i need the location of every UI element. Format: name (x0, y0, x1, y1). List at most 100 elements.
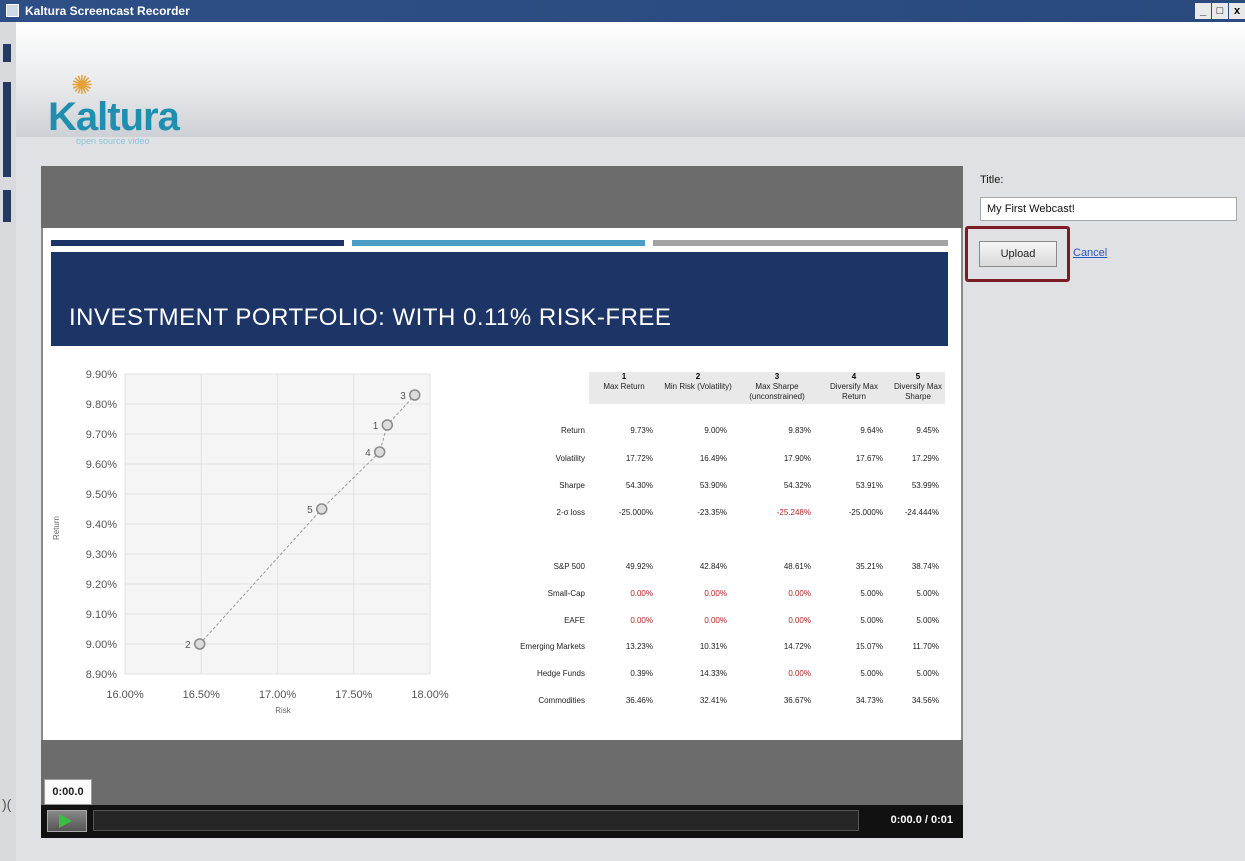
y-tick-label: 9.70% (86, 429, 117, 441)
table-cell: 14.72% (783, 642, 811, 651)
table-cell: 10.31% (699, 642, 727, 651)
row-label: 2-σ loss (556, 508, 586, 517)
y-axis-label: Return (52, 516, 61, 540)
portfolio-point (193, 638, 206, 650)
table-cell: 36.67% (783, 696, 811, 705)
row-label: S&P 500 (553, 562, 585, 571)
table-cell: 13.23% (625, 642, 653, 651)
point-label: 3 (400, 391, 406, 402)
row-label: Volatility (555, 454, 585, 463)
seek-bar[interactable] (93, 810, 859, 831)
x-tick-label: 17.50% (335, 689, 373, 701)
background-glyph: )( (2, 796, 12, 812)
app-header: ✺ Kaltura open source video (16, 22, 1245, 146)
row-label: Emerging Markets (520, 642, 585, 651)
play-button[interactable] (47, 810, 87, 832)
cancel-link[interactable]: Cancel (1073, 247, 1107, 259)
background-block (3, 190, 11, 222)
player-controls: 0:00.0 / 0:01 (41, 805, 963, 838)
table-cell: 9.83% (788, 426, 811, 435)
table-cell: 14.33% (699, 669, 727, 678)
column-header: Max Sharpe (unconstrained) (749, 382, 805, 401)
table-cell: 5.00% (860, 589, 883, 598)
y-tick-label: 9.90% (86, 369, 117, 381)
table-cell: 34.56% (911, 696, 939, 705)
background-block (3, 82, 11, 177)
table-cell: 54.30% (625, 481, 653, 490)
minimize-button[interactable]: _ (1195, 3, 1211, 19)
background-window-edge (0, 22, 16, 861)
row-label: Commodities (538, 696, 585, 705)
table-cell: 35.21% (855, 562, 883, 571)
portfolio-point (315, 503, 328, 515)
table-cell: 0.00% (704, 589, 727, 598)
column-number: 2 (695, 372, 701, 381)
x-axis-label: Risk (275, 706, 292, 715)
logo-tagline: open source video (76, 136, 150, 146)
app-icon (6, 4, 19, 17)
player-top-band (41, 166, 963, 228)
table-cell: 54.32% (783, 481, 811, 490)
portfolio-point (373, 446, 386, 458)
column-header: Diversify Max Return (829, 382, 878, 401)
column-number: 5 (915, 372, 921, 381)
table-cell: 42.84% (699, 562, 727, 571)
title-input[interactable] (980, 197, 1237, 221)
slide-title: INVESTMENT PORTFOLIO: WITH 0.11% RISK-FR… (69, 304, 672, 331)
table-cell: 36.46% (625, 696, 653, 705)
table-cell: 0.00% (704, 616, 727, 625)
table-cell: 32.41% (699, 696, 727, 705)
table-cell: 0.00% (630, 616, 653, 625)
current-time-badge: 0:00.0 (44, 779, 92, 805)
column-header: Diversify Max Sharpe (893, 382, 942, 401)
table-cell: 5.00% (916, 589, 939, 598)
presentation-slide: INVESTMENT PORTFOLIO: WITH 0.11% RISK-FR… (43, 228, 961, 740)
table-cell: 17.67% (855, 454, 883, 463)
point-label: 2 (185, 640, 191, 651)
table-cell: 17.29% (911, 454, 939, 463)
column-number: 1 (621, 372, 627, 381)
table-cell: 9.64% (860, 426, 883, 435)
y-tick-label: 9.50% (86, 489, 117, 501)
slide-stripe (352, 240, 645, 246)
time-readout: 0:00.0 / 0:01 (890, 814, 953, 826)
row-label: Return (560, 426, 585, 435)
table-cell: 0.00% (788, 669, 811, 678)
point-label: 4 (365, 448, 371, 459)
row-label: Sharpe (559, 481, 585, 490)
column-number: 3 (774, 372, 780, 381)
table-cell: 49.92% (625, 562, 653, 571)
window-titlebar: Kaltura Screencast Recorder _ □ x (0, 0, 1245, 22)
table-cell: 17.90% (783, 454, 811, 463)
efficient-frontier-chart: 8.90% 9.00% 9.10% 9.20% 9.30% 9.40% 9.50% 9.60%… (52, 369, 449, 715)
column-number: 4 (851, 372, 857, 381)
table-cell: -23.35% (697, 508, 727, 517)
row-label: EAFE (564, 616, 585, 625)
table-cell: 5.00% (916, 669, 939, 678)
table-cell: -25.000% (618, 508, 653, 517)
table-cell: 9.73% (630, 426, 653, 435)
table-cell: 34.73% (855, 696, 883, 705)
table-cell: 5.00% (916, 616, 939, 625)
table-cell: 53.99% (911, 481, 939, 490)
table-cell: 5.00% (860, 669, 883, 678)
x-tick-label: 18.00% (411, 689, 449, 701)
window-title: Kaltura Screencast Recorder (25, 4, 190, 18)
kaltura-logo: Kaltura (48, 95, 180, 139)
table-cell: 0.39% (630, 669, 653, 678)
y-tick-label: 9.20% (86, 579, 117, 591)
point-label: 5 (307, 505, 313, 516)
maximize-button[interactable]: □ (1212, 3, 1228, 19)
row-label: Hedge Funds (536, 669, 585, 678)
player-bottom-band (41, 740, 963, 805)
y-tick-label: 9.10% (86, 609, 117, 621)
upload-button[interactable]: Upload (979, 241, 1057, 267)
title-label: Title: (980, 174, 1004, 186)
table-cell: 17.72% (625, 454, 653, 463)
table-cell: 11.70% (912, 642, 939, 651)
table-cell: 48.61% (783, 562, 811, 571)
close-button[interactable]: x (1229, 3, 1245, 19)
y-tick-label: 9.80% (86, 399, 117, 411)
table-cell: -25.000% (848, 508, 883, 517)
table-cell: 16.49% (699, 454, 727, 463)
